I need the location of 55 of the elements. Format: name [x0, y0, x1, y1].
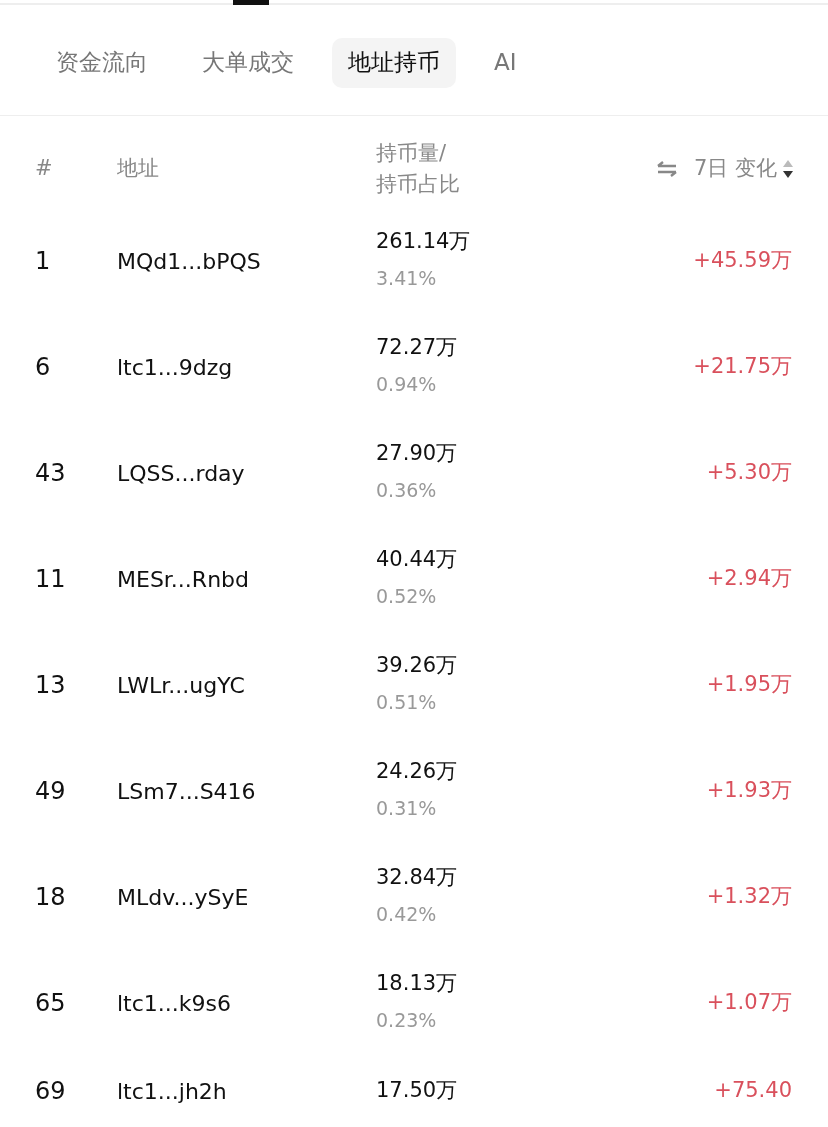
amount-cell: 18.13万 — [376, 971, 458, 997]
rank-cell: 49 — [35, 777, 66, 805]
swap-icon[interactable] — [655, 161, 678, 177]
rank-cell: 1 — [35, 247, 51, 275]
change-cell: +21.75万 — [693, 354, 792, 379]
tab-indicator — [233, 0, 269, 5]
address-link[interactable]: LWLr...ugYC — [117, 672, 245, 698]
amount-cell: 17.50万 — [376, 1078, 458, 1104]
change-cell: +1.07万 — [706, 990, 792, 1015]
change-cell: +5.30万 — [706, 460, 792, 485]
sort-icon[interactable] — [782, 159, 794, 179]
address-link[interactable]: LSm7...S416 — [117, 778, 256, 804]
amount-cell: 27.90万 — [376, 441, 458, 467]
tab[interactable]: 大单成交 — [186, 38, 310, 88]
change-cell: +2.94万 — [706, 566, 792, 591]
address-link[interactable]: MLdv...ySyE — [117, 884, 249, 910]
share-cell-text: 0.42% — [376, 902, 437, 928]
change-cell: +75.40 — [714, 1078, 792, 1103]
address-link[interactable]: ltc1...k9s6 — [117, 990, 231, 1016]
address-link[interactable]: LQSS...rday — [117, 460, 245, 486]
amount-cell: 32.84万 — [376, 865, 458, 891]
tab[interactable]: 地址持币 — [332, 38, 456, 88]
column-header: 7日 变化 — [693, 155, 777, 183]
address-link[interactable]: MQd1...bPQS — [117, 248, 261, 274]
change-cell: +45.59万 — [693, 248, 792, 273]
rank-cell: 11 — [35, 565, 66, 593]
rank-cell: 13 — [35, 671, 66, 699]
amount-cell: 261.14万 — [376, 229, 471, 255]
share-cell-text: 0.94% — [376, 372, 437, 398]
rank-cell: 18 — [35, 883, 66, 911]
share-cell-text: 0.31% — [376, 796, 437, 822]
rank-cell: 6 — [35, 353, 51, 381]
change-cell: +1.95万 — [706, 672, 792, 697]
amount-cell: 72.27万 — [376, 335, 458, 361]
share-cell-text: 3.41% — [376, 266, 437, 292]
amount-cell: 39.26万 — [376, 653, 458, 679]
tab[interactable]: 资金流向 — [40, 38, 164, 88]
change-cell: +1.93万 — [706, 778, 792, 803]
share-cell-text: 0.36% — [376, 478, 437, 504]
rank-cell: 65 — [35, 989, 66, 1017]
share-cell-text: 0.51% — [376, 690, 437, 716]
tab[interactable]: AI — [478, 38, 533, 88]
rank-cell: 69 — [35, 1077, 66, 1105]
share-cell-text: 0.23% — [376, 1008, 437, 1034]
column-header: 地址 — [117, 156, 159, 181]
address-link[interactable]: ltc1...jh2h — [117, 1078, 227, 1104]
column-header: # — [35, 156, 53, 181]
address-link[interactable]: MESr...Rnbd — [117, 566, 249, 592]
share-cell-text: 0.52% — [376, 584, 437, 610]
amount-cell: 40.44万 — [376, 547, 458, 573]
amount-cell: 24.26万 — [376, 759, 458, 785]
rank-cell: 43 — [35, 459, 66, 487]
column-header: 持币量/ 持币占比 — [376, 140, 460, 196]
address-link[interactable]: ltc1...9dzg — [117, 354, 233, 380]
change-cell: +1.32万 — [706, 884, 792, 909]
